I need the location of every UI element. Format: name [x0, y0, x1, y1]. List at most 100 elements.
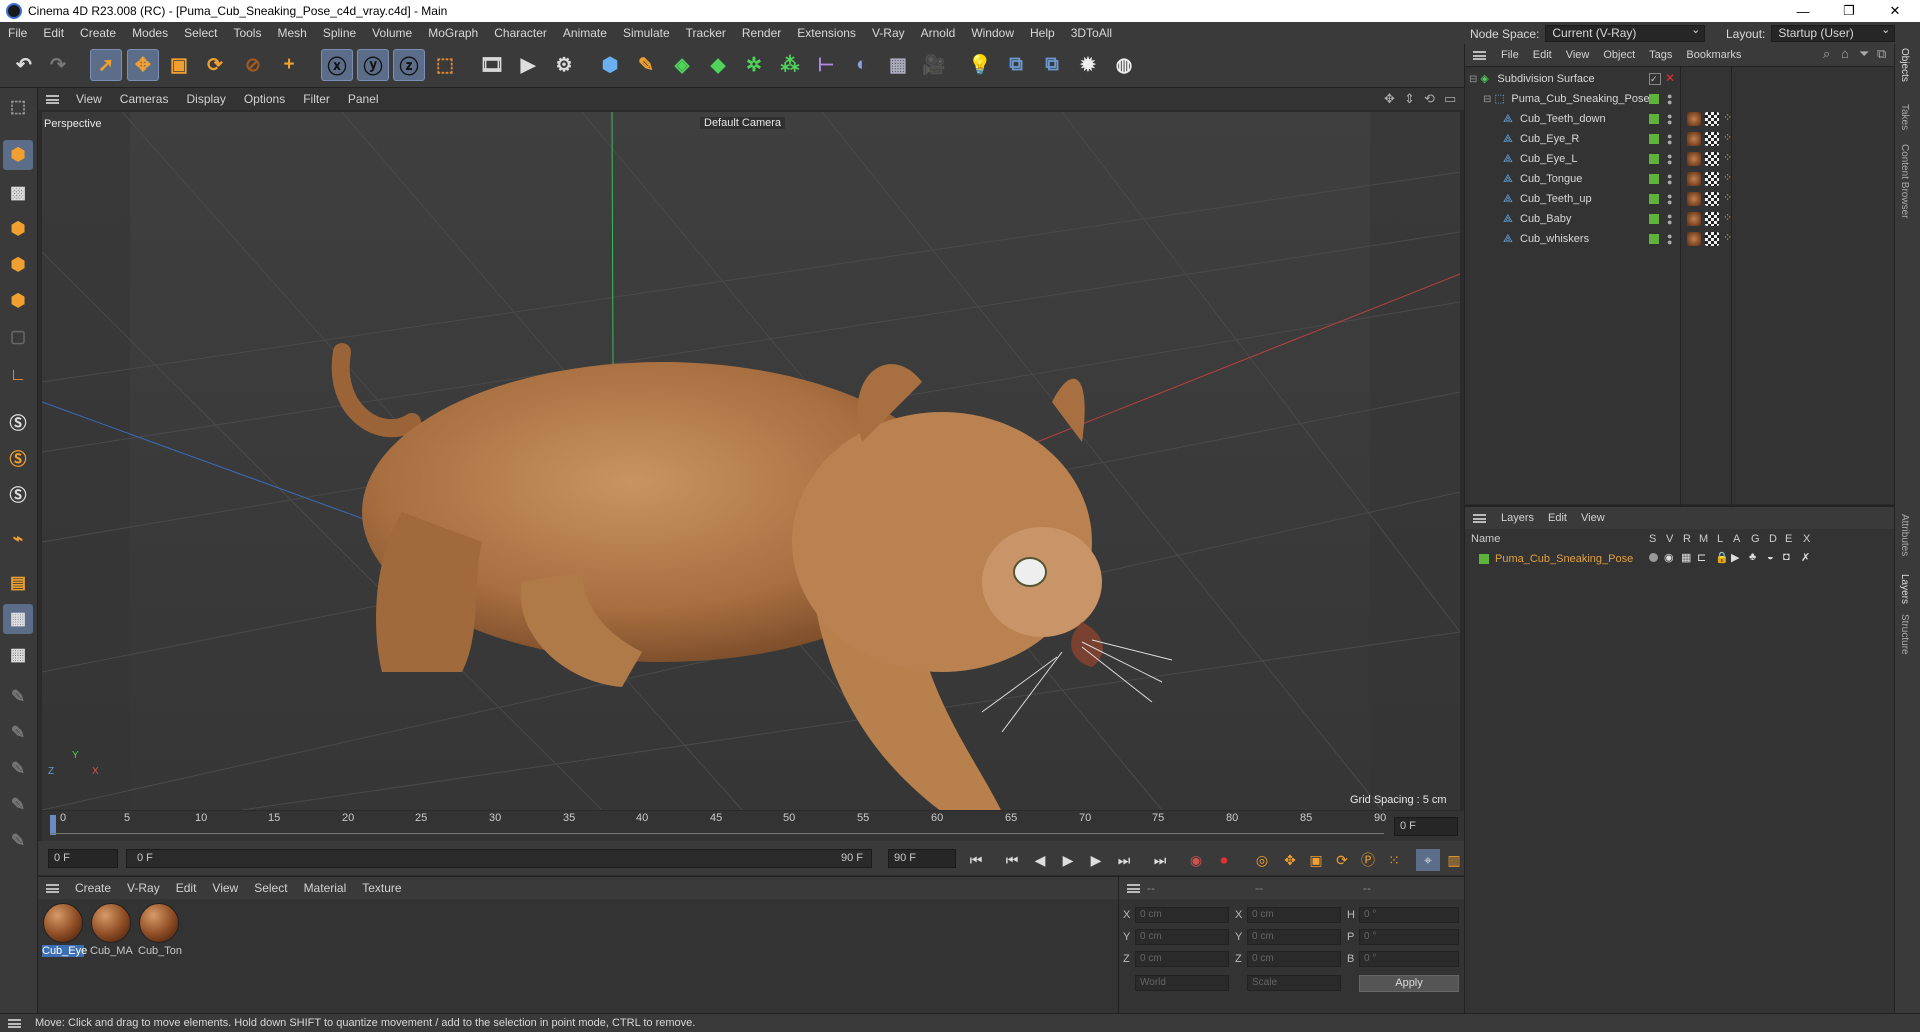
mograph-cloner-icon[interactable]: ⁂	[774, 49, 806, 81]
material-tag-icon[interactable]	[1687, 212, 1701, 226]
layer-deformers-icon[interactable]: ◒	[1767, 551, 1774, 563]
menu-create[interactable]: Create	[72, 26, 124, 40]
redo-icon[interactable]: ↷	[42, 49, 74, 81]
close-button[interactable]: ✕	[1872, 0, 1918, 22]
z-axis-lock-icon[interactable]: ⓩ	[393, 49, 425, 81]
material-menu-create[interactable]: Create	[67, 881, 119, 895]
menu-spline[interactable]: Spline	[315, 26, 364, 40]
layer-col-a[interactable]: A	[1733, 533, 1740, 545]
rotate-tool-icon[interactable]: ⟳	[199, 49, 231, 81]
search-icon[interactable]: ⌕	[1823, 46, 1830, 62]
visibility-dots-icon[interactable]: ● ●	[1667, 192, 1672, 207]
apply-button[interactable]: Apply	[1359, 975, 1459, 992]
maximize-button[interactable]: ❐	[1826, 0, 1872, 22]
viewport-rotate-icon[interactable]: ⟲	[1424, 91, 1435, 107]
menu-vray[interactable]: V-Ray	[864, 26, 913, 40]
subdivision-surface-icon[interactable]: ◈	[666, 49, 698, 81]
menu-mograph[interactable]: MoGraph	[420, 26, 486, 40]
viewport-camera-label[interactable]: Default Camera	[700, 117, 786, 129]
coord-pos-x-field[interactable]: 0 cm	[1135, 907, 1229, 923]
coord-size-z-field[interactable]: 0 cm	[1247, 951, 1341, 967]
layer-visible-icon[interactable]: ◉	[1664, 551, 1674, 564]
material-menu-select[interactable]: Select	[246, 881, 295, 895]
object-menu-bookmarks[interactable]: Bookmarks	[1679, 49, 1748, 61]
object-row[interactable]: ⟁ Cub_whiskers ● ● ⁘	[1465, 229, 1895, 249]
recent-tool-icon[interactable]: ⊘	[237, 49, 269, 81]
visibility-dots-icon[interactable]: ● ●	[1667, 172, 1672, 187]
transform-tool-icon[interactable]: +	[273, 49, 305, 81]
vray-settings-icon[interactable]: ✹	[1072, 49, 1104, 81]
edges-mode-icon[interactable]: ⬢	[3, 250, 33, 280]
layout-select[interactable]: Startup (User)	[1771, 23, 1896, 42]
material-menu-vray[interactable]: V-Ray	[119, 881, 168, 895]
uvw-tag-icon[interactable]	[1705, 212, 1719, 226]
collapse-icon[interactable]: ⊟	[1483, 94, 1491, 105]
layer-manager-icon[interactable]: ⊏	[1697, 551, 1706, 564]
minimize-button[interactable]: —	[1780, 0, 1826, 22]
layer-color-swatch[interactable]	[1649, 134, 1659, 144]
viewport-menu-filter[interactable]: Filter	[294, 92, 339, 106]
select-tool-icon[interactable]: ➚	[90, 49, 122, 81]
material-tag-icon[interactable]	[1687, 132, 1701, 146]
selection-tag-icon[interactable]: ⁘	[1723, 171, 1732, 184]
menu-mesh[interactable]: Mesh	[269, 26, 314, 40]
menu-select[interactable]: Select	[176, 26, 225, 40]
texture-mode-icon[interactable]: ▩	[3, 178, 33, 208]
timeline-playhead[interactable]	[50, 815, 56, 835]
layer-generators-icon[interactable]: ♣	[1749, 551, 1756, 563]
visibility-dots-icon[interactable]: ● ●	[1667, 92, 1672, 107]
render-settings-icon[interactable]: ⚙	[548, 49, 580, 81]
viewport-menu-display[interactable]: Display	[177, 92, 234, 106]
selection-tag-icon[interactable]: ⁘	[1723, 151, 1732, 164]
polygons-mode-icon[interactable]: ⬢	[3, 286, 33, 316]
layer-color-swatch[interactable]	[1649, 94, 1659, 104]
light-icon[interactable]: 💡	[964, 49, 996, 81]
viewport-menu-panel[interactable]: Panel	[339, 92, 388, 106]
visibility-dots-icon[interactable]: ● ●	[1667, 132, 1672, 147]
object-row[interactable]: ⊟ ◈ Subdivision Surface ✓ ✕	[1465, 69, 1895, 89]
paint-tool-icon[interactable]: ✎	[3, 682, 33, 712]
coord-rot-h-field[interactable]: 0 °	[1359, 907, 1459, 923]
material-tag-icon[interactable]	[1687, 152, 1701, 166]
menu-window[interactable]: Window	[963, 26, 1022, 40]
viewport-menu-options[interactable]: Options	[235, 92, 294, 106]
start-frame-field[interactable]: 0 F	[48, 849, 118, 868]
brush-tool-icon[interactable]: ✎	[3, 754, 33, 784]
camera-icon[interactable]: 🎥	[918, 49, 950, 81]
layer-color-swatch[interactable]	[1649, 234, 1659, 244]
selection-tag-icon[interactable]: ⁘	[1723, 131, 1732, 144]
3d-viewport[interactable]: Perspective Default Camera Grid Spacing …	[42, 112, 1460, 810]
next-key-icon[interactable]: ⏭	[1112, 849, 1136, 871]
viewport-move-icon[interactable]: ✥	[1384, 91, 1395, 107]
uvw-tag-icon[interactable]	[1705, 112, 1719, 126]
render-view-icon[interactable]: 🎞	[476, 49, 508, 81]
quantize-icon[interactable]: Ⓢ	[3, 478, 33, 508]
python-generator-icon[interactable]: ⧉	[1036, 49, 1068, 81]
object-row[interactable]: ⊟ ⬚ Puma_Cub_Sneaking_Pose ● ●	[1465, 89, 1895, 109]
menu-simulate[interactable]: Simulate	[615, 26, 678, 40]
layer-render-icon[interactable]: ▦	[1681, 551, 1691, 564]
tab-takes[interactable]: Takes	[1899, 104, 1910, 130]
previous-frame-icon[interactable]: ◀	[1028, 849, 1052, 871]
coord-rot-b-field[interactable]: 0 °	[1359, 951, 1459, 967]
undo-icon[interactable]: ↶	[8, 49, 40, 81]
tab-attributes[interactable]: Attributes	[1899, 514, 1910, 556]
layer-col-r[interactable]: R	[1683, 533, 1691, 545]
tab-objects[interactable]: Objects	[1899, 48, 1910, 82]
render-picture-viewer-icon[interactable]: ▶	[512, 49, 544, 81]
key-position-icon[interactable]: ✥	[1278, 849, 1302, 871]
layer-menu-layers[interactable]: Layers	[1494, 512, 1541, 524]
record-key-icon[interactable]: ⏺	[1212, 849, 1236, 871]
layer-color-swatch[interactable]	[1479, 554, 1489, 564]
python-script-icon[interactable]: ⧉	[1000, 49, 1032, 81]
object-menu-object[interactable]: Object	[1596, 49, 1642, 61]
menu-file[interactable]: File	[0, 26, 35, 40]
layer-menu-edit[interactable]: Edit	[1541, 512, 1574, 524]
timeline-settings-icon[interactable]: ⌖	[1416, 849, 1440, 871]
x-axis-lock-icon[interactable]: ⓧ	[321, 49, 353, 81]
object-row[interactable]: ⟁ Cub_Tongue ● ● ⁘	[1465, 169, 1895, 189]
menu-3dtoall[interactable]: 3DToAll	[1063, 26, 1120, 40]
menu-volume[interactable]: Volume	[364, 26, 420, 40]
coordinate-system-icon[interactable]: ⬚	[429, 49, 461, 81]
selection-tag-icon[interactable]: ⁘	[1723, 211, 1732, 224]
